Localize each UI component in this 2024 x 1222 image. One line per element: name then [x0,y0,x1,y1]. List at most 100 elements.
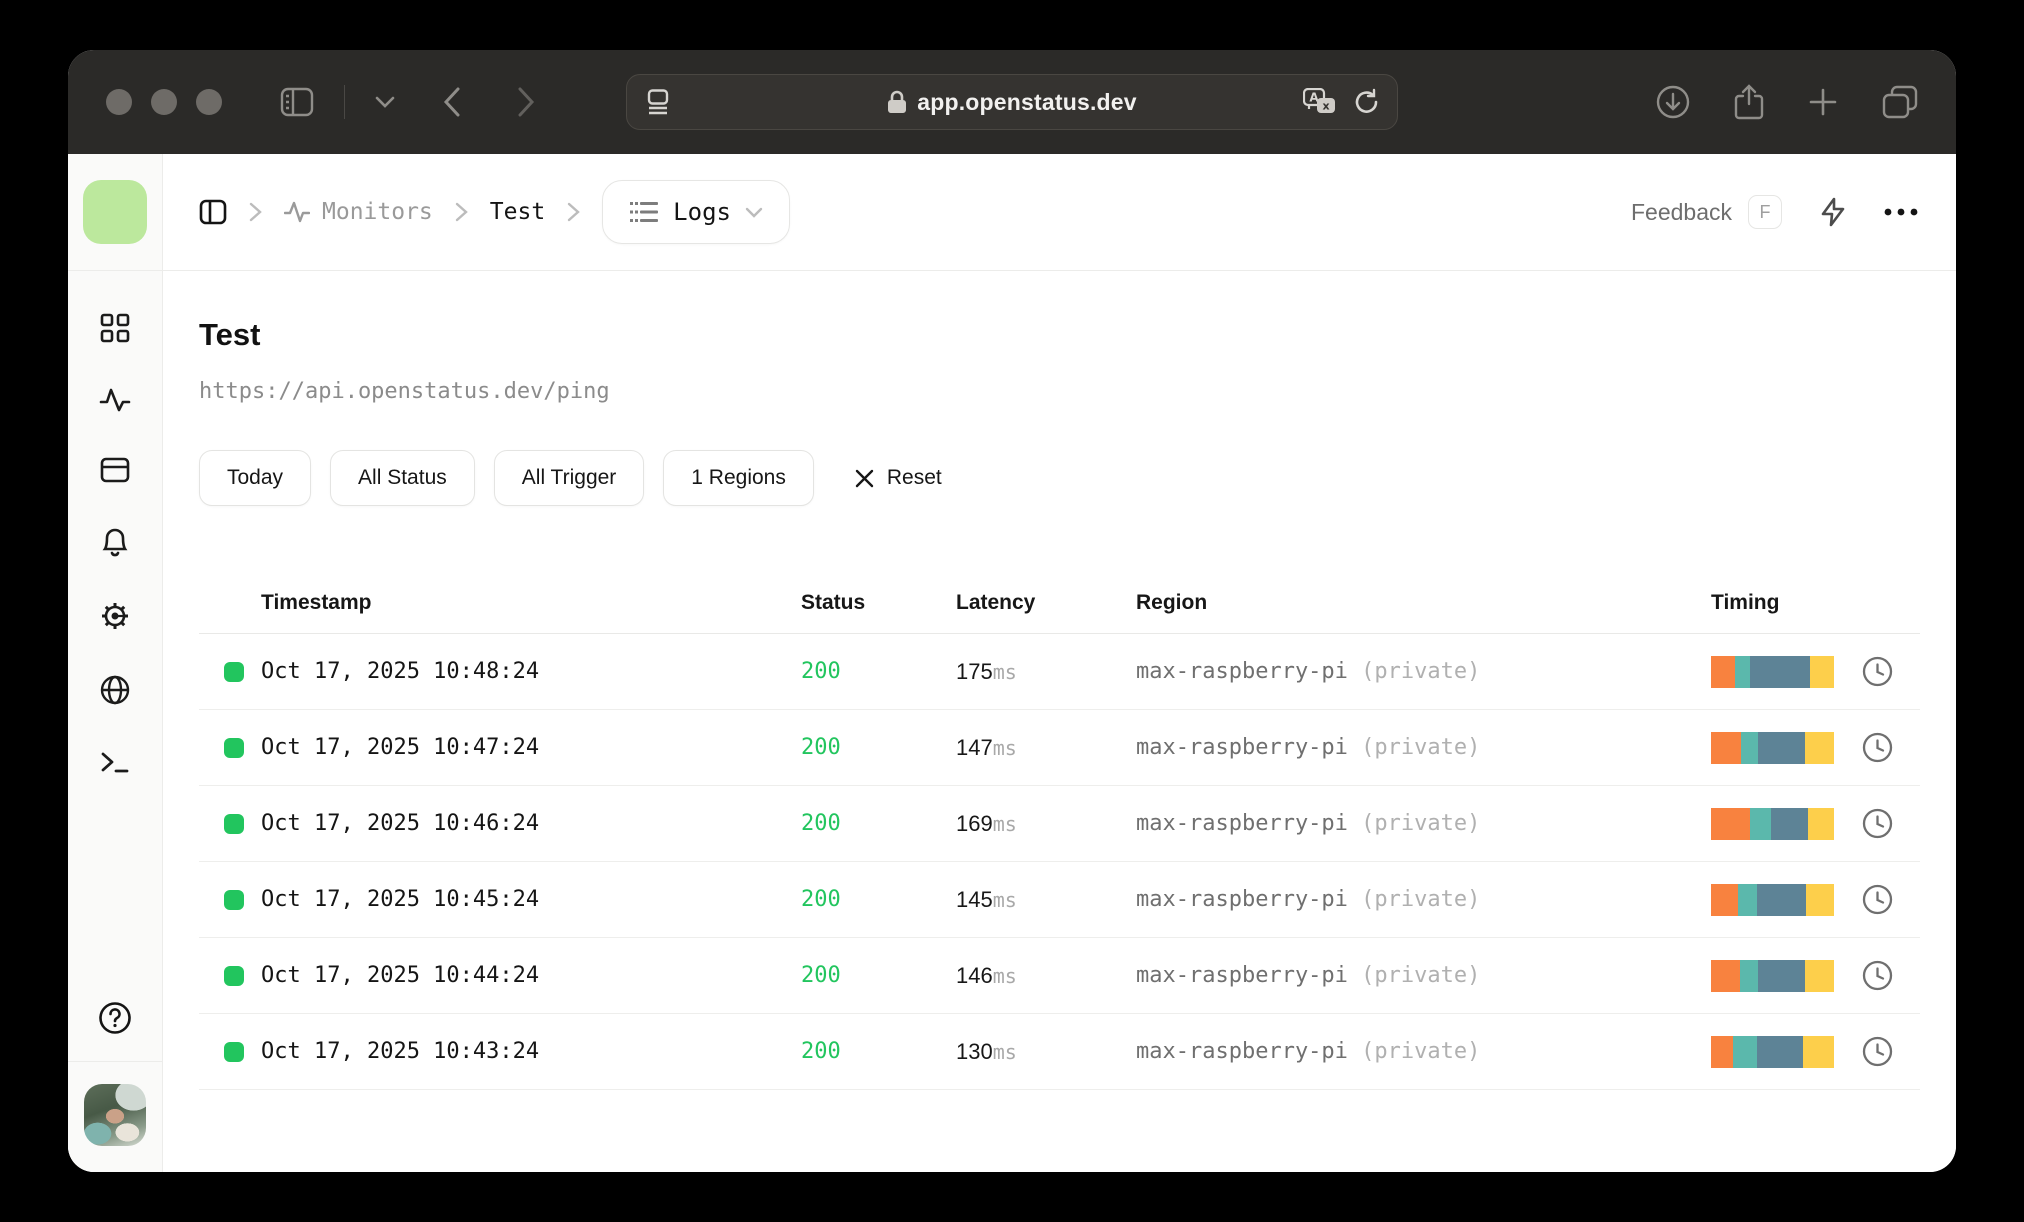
timing-segment-dns [1711,883,1739,916]
globe-icon[interactable] [100,675,130,705]
filter-regions-button[interactable]: 1 Regions [663,450,814,506]
log-row[interactable]: Oct 17, 2025 10:44:24 200 146ms max-rasp… [199,938,1920,1014]
timing-segment-transfer [1809,655,1834,688]
user-avatar[interactable] [84,1084,146,1146]
timing-segment-dns [1711,731,1741,764]
column-header-status[interactable]: Status [801,591,956,615]
column-header-timing[interactable]: Timing [1711,591,1920,615]
new-tab-icon[interactable] [1808,87,1838,117]
timing-segment-connect [1738,883,1757,916]
log-row[interactable]: Oct 17, 2025 10:48:24 200 175ms max-rasp… [199,634,1920,710]
breadcrumb-monitor-name[interactable]: Test [490,199,545,225]
log-status-code: 200 [801,887,841,912]
log-latency: 145ms [956,886,1017,912]
timing-segment-ttfb [1756,1035,1804,1068]
logs-view-selector[interactable]: Logs [602,180,790,244]
log-status-code: 200 [801,963,841,988]
column-header-latency[interactable]: Latency [956,591,1136,615]
log-latency: 147ms [956,734,1017,760]
filter-trigger-button[interactable]: All Trigger [493,450,645,506]
filter-status-button[interactable]: All Status [330,450,475,506]
status-ok-dot [224,965,244,986]
log-row[interactable]: Oct 17, 2025 10:45:24 200 145ms max-rasp… [199,862,1920,938]
page-title: Test [199,317,261,352]
column-header-timestamp[interactable]: Timestamp [261,591,801,615]
clock-icon[interactable] [1862,732,1893,763]
lock-icon [887,90,907,114]
chevron-down-icon[interactable] [375,96,395,108]
address-bar[interactable]: app.openstatus.dev A x [626,74,1398,130]
timing-segment-connect [1740,959,1758,992]
clock-icon[interactable] [1862,808,1893,839]
gear-settings-icon[interactable] [100,601,130,631]
monitor-endpoint-url: https://api.openstatus.dev/ping [199,379,610,404]
status-ok-dot [224,813,244,834]
help-circle-icon[interactable] [98,1001,132,1035]
close-window-button[interactable] [106,89,132,115]
feedback-shortcut-badge: F [1748,195,1782,229]
download-icon[interactable] [1656,85,1690,119]
log-latency: 130ms [956,1038,1017,1064]
clock-icon[interactable] [1862,884,1893,915]
bell-notifications-icon[interactable] [101,527,129,557]
breadcrumb-separator-icon [567,202,580,222]
tab-overview-icon[interactable] [1882,85,1918,119]
timing-segment-transfer [1804,959,1834,992]
forward-icon[interactable] [517,87,535,117]
breadcrumb-separator-icon [455,202,468,222]
filter-bar: Today All Status All Trigger 1 Regions R… [199,450,1920,506]
timing-bar [1711,731,1834,764]
chevron-down-icon [745,207,763,218]
clock-icon[interactable] [1862,656,1893,687]
grid-dashboard-icon[interactable] [100,313,130,343]
log-row[interactable]: Oct 17, 2025 10:43:24 200 130ms max-rasp… [199,1014,1920,1090]
close-icon [855,469,874,488]
activity-monitors-icon[interactable] [99,387,131,413]
feedback-label: Feedback [1630,198,1732,225]
log-region: max-raspberry-pi (private) [1136,811,1481,836]
list-icon [629,200,659,224]
log-status-code: 200 [801,1039,841,1064]
timing-segment-dns [1711,1035,1733,1068]
log-row[interactable]: Oct 17, 2025 10:46:24 200 169ms max-rasp… [199,786,1920,862]
panel-status-page-icon[interactable] [100,457,130,483]
log-region: max-raspberry-pi (private) [1136,1039,1481,1064]
terminal-cli-icon[interactable] [100,749,130,775]
zap-icon[interactable] [1820,197,1846,227]
feedback-button[interactable]: Feedback F [1631,195,1782,229]
timing-segment-ttfb [1770,807,1809,840]
screenshot-root: app.openstatus.dev A x Monitors Test Log… [0,0,2024,1222]
address-text: app.openstatus.dev [917,88,1137,115]
minimize-window-button[interactable] [151,89,177,115]
log-timestamp: Oct 17, 2025 10:47:24 [261,735,540,760]
breadcrumb-monitors[interactable]: Monitors [284,199,433,225]
timing-segment-connect [1740,731,1759,764]
sidebar-toggle-icon[interactable] [280,87,314,117]
log-timestamp: Oct 17, 2025 10:43:24 [261,1039,540,1064]
page-settings-icon[interactable] [643,89,673,115]
filter-date-button[interactable]: Today [199,450,312,506]
log-region: max-raspberry-pi (private) [1136,735,1481,760]
reset-filters-button[interactable]: Reset [855,466,942,490]
clock-icon[interactable] [1862,1036,1893,1067]
timing-segment-dns [1711,655,1735,688]
timing-segment-transfer [1805,883,1834,916]
logs-table-header: Timestamp Status Latency Region Timing [199,572,1920,634]
more-horizontal-icon[interactable] [1884,208,1918,216]
logs-table: Timestamp Status Latency Region Timing O… [199,572,1920,1090]
timing-segment-connect [1734,655,1751,688]
clock-icon[interactable] [1862,960,1893,991]
column-header-region[interactable]: Region [1136,591,1711,615]
zoom-window-button[interactable] [196,89,222,115]
translate-icon[interactable]: A x [1303,88,1337,116]
log-status-code: 200 [801,659,841,684]
share-icon[interactable] [1734,84,1764,120]
reload-icon[interactable] [1353,88,1381,116]
log-row[interactable]: Oct 17, 2025 10:47:24 200 147ms max-rasp… [199,710,1920,786]
back-icon[interactable] [443,87,461,117]
traffic-lights [106,89,222,115]
reset-label: Reset [886,466,942,489]
workspace-logo[interactable] [83,180,147,244]
panel-toggle-icon[interactable] [199,199,227,225]
log-region: max-raspberry-pi (private) [1136,963,1481,988]
